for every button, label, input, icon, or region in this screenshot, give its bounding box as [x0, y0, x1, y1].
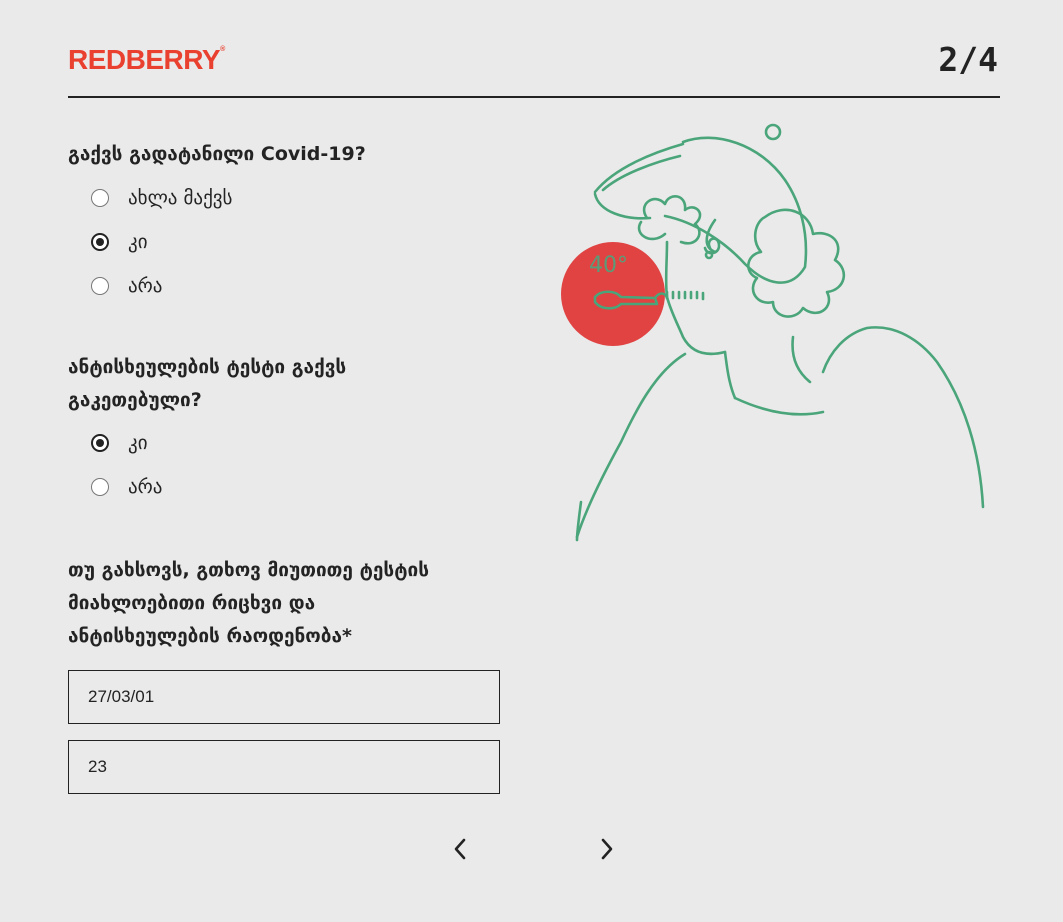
chevron-left-icon: [454, 838, 466, 860]
step-indicator: 2/4: [938, 40, 998, 79]
question-antibody-label-line1: ანტისხეულების ტესტი გაქვს: [68, 356, 347, 378]
thermometer-reading: 40°: [589, 253, 628, 278]
previous-button[interactable]: [445, 834, 475, 864]
radio-antibody-yes-selected[interactable]: [91, 434, 109, 452]
option-label: არა: [128, 275, 163, 297]
antibody-count-input[interactable]: [68, 740, 500, 794]
option-label: კი: [128, 231, 148, 253]
option-have-now[interactable]: ახლა მაქვს: [91, 176, 508, 220]
question-covid-label: გაქვს გადატანილი Covid-19?: [68, 143, 366, 165]
sick-person-illustration: 40°: [561, 123, 985, 542]
header: REDBERRY® 2/4: [68, 40, 1000, 98]
radio-antibody-no[interactable]: [91, 478, 109, 496]
question-details-line1: თუ გახსოვს, გთხოვ მიუთითე ტესტის: [68, 559, 430, 581]
question-antibody-test: ანტისხეულების ტესტი გაქვს გაკეთებული? კი…: [68, 351, 508, 509]
radio-have-now[interactable]: [91, 189, 109, 207]
option-label: კი: [128, 432, 148, 454]
option-no[interactable]: არა: [91, 264, 508, 308]
option-antibody-yes[interactable]: კი: [91, 421, 508, 465]
question-antibody-label-line2: გაკეთებული?: [68, 389, 202, 411]
chevron-right-icon: [601, 838, 613, 860]
redberry-logo: REDBERRY®: [68, 44, 225, 75]
test-date-input[interactable]: [68, 670, 500, 724]
covid-form: გაქვს გადატანილი Covid-19? ახლა მაქვს კი…: [68, 138, 508, 794]
option-label: ახლა მაქვს: [128, 187, 233, 209]
question-details-line2: მიახლოებითი რიცხვი და: [68, 592, 316, 614]
question-covid: გაქვს გადატანილი Covid-19? ახლა მაქვს კი…: [68, 138, 508, 308]
radio-yes-selected[interactable]: [91, 233, 109, 251]
option-yes[interactable]: კი: [91, 220, 508, 264]
next-button[interactable]: [592, 834, 622, 864]
radio-no[interactable]: [91, 277, 109, 295]
option-antibody-no[interactable]: არა: [91, 465, 508, 509]
option-label: არა: [128, 476, 163, 498]
question-test-details: თუ გახსოვს, გთხოვ მიუთითე ტესტის მიახლოე…: [68, 554, 508, 794]
question-details-line3: ანტისხეულების რაოდენობა*: [68, 625, 352, 647]
